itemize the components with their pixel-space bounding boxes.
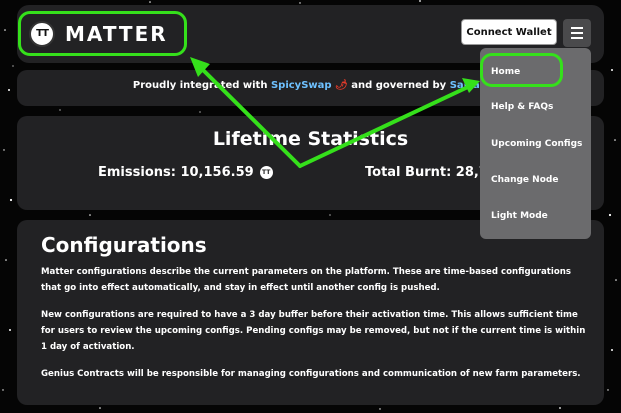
configurations-title: Configurations <box>41 233 207 257</box>
total-burnt-value: Total Burnt: 28,76 <box>365 165 497 180</box>
home-highlight-box <box>480 53 563 87</box>
menu-item-upcoming-configs[interactable]: Upcoming Configs <box>491 139 582 149</box>
emissions-stat: Emissions: 10,156.59 TT <box>98 165 273 180</box>
menu-item-change-node[interactable]: Change Node <box>491 175 558 185</box>
configurations-card: Configurations Matter configurations des… <box>17 220 604 405</box>
connect-wallet-button[interactable]: Connect Wallet <box>461 19 557 45</box>
matter-token-icon: TT <box>259 166 273 179</box>
configurations-paragraph-3: Genius Contracts will be responsible for… <box>41 369 581 379</box>
total-burnt-stat: Total Burnt: 28,76 <box>365 165 497 180</box>
menu-item-help-faqs[interactable]: Help & FAQs <box>491 102 553 112</box>
configurations-paragraph-1: Matter configurations describe the curre… <box>41 267 571 293</box>
pepper-icon: 🌶 <box>335 80 348 91</box>
banner-middle: and governed by <box>347 80 450 91</box>
configurations-paragraph-2: New configurations are required to have … <box>41 310 586 352</box>
logo-highlight-box <box>18 11 187 56</box>
spicyswap-link[interactable]: SpicySwap <box>271 80 332 91</box>
hamburger-menu-icon[interactable] <box>563 19 591 47</box>
banner-prefix: Proudly integrated with <box>132 80 271 91</box>
emissions-value: Emissions: 10,156.59 <box>98 165 254 180</box>
menu-item-light-mode[interactable]: Light Mode <box>491 211 548 221</box>
